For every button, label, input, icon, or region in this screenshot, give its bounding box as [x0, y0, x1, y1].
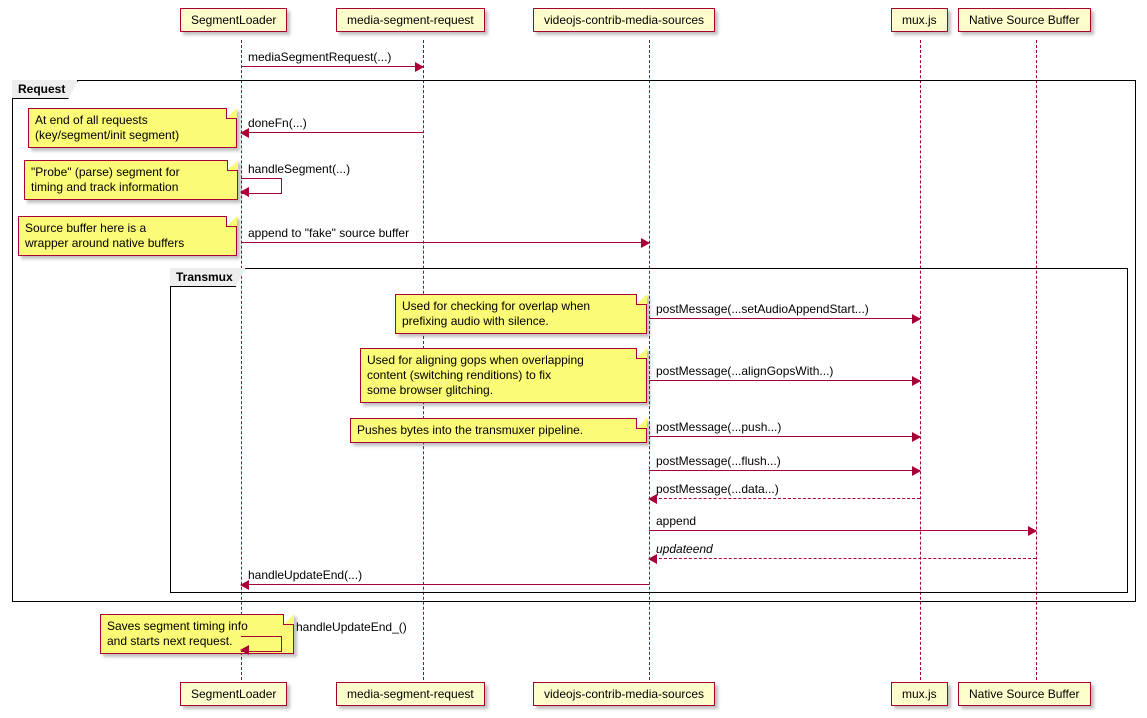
note-probe: "Probe" (parse) segment for timing and t…: [24, 160, 238, 200]
arrow-aligngopswith: [649, 380, 920, 381]
msg-append-fake: append to "fake" source buffer: [248, 226, 409, 240]
note-text: Used for checking for overlap when prefi…: [402, 299, 590, 328]
arrow-push: [649, 436, 920, 437]
msg-updateend: updateend: [656, 542, 713, 556]
msg-flush: postMessage(...flush...): [656, 454, 781, 468]
participant-label: mux.js: [902, 13, 937, 27]
participant-label: mux.js: [902, 687, 937, 701]
participant-label: videojs-contrib-media-sources: [544, 687, 704, 701]
arrow-flush: [649, 470, 920, 471]
participant-nsb-bottom: Native Source Buffer: [958, 682, 1091, 706]
participant-mux-top: mux.js: [891, 8, 948, 32]
participant-nsb-top: Native Source Buffer: [958, 8, 1091, 32]
note-push: Pushes bytes into the transmuxer pipelin…: [350, 418, 647, 443]
participant-vcms-top: videojs-contrib-media-sources: [533, 8, 715, 32]
note-audio-overlap: Used for checking for overlap when prefi…: [395, 294, 647, 334]
frame-request-label: Request: [12, 80, 78, 99]
arrow-updateend: [649, 558, 1036, 559]
participant-vcms-bottom: videojs-contrib-media-sources: [533, 682, 715, 706]
arrow-data: [649, 498, 920, 499]
msg-append: append: [656, 514, 696, 528]
msg-setaudioappendstart: postMessage(...setAudioAppendStart...): [656, 302, 869, 316]
participant-segmentloader-bottom: SegmentLoader: [180, 682, 287, 706]
note-text: Source buffer here is a wrapper around n…: [25, 221, 184, 250]
participant-label: media-segment-request: [347, 13, 474, 27]
participant-label: videojs-contrib-media-sources: [544, 13, 704, 27]
msg-data: postMessage(...data...): [656, 482, 779, 496]
note-align-gops: Used for aligning gops when overlapping …: [360, 348, 647, 403]
arrow-append-fake: [241, 242, 649, 243]
frame-transmux-label: Transmux: [170, 268, 246, 287]
arrow-append: [649, 530, 1036, 531]
msg-handlesegment: handleSegment(...): [248, 162, 350, 176]
participant-segmentloader-top: SegmentLoader: [180, 8, 287, 32]
participant-mux-bottom: mux.js: [891, 682, 948, 706]
participant-msr-top: media-segment-request: [336, 8, 485, 32]
note-text: "Probe" (parse) segment for timing and t…: [31, 165, 180, 194]
note-sourcebuffer: Source buffer here is a wrapper around n…: [18, 216, 237, 256]
note-end-requests: At end of all requests (key/segment/init…: [28, 108, 237, 148]
msg-handleupdateend2: handleUpdateEnd_(): [296, 620, 407, 634]
msg-handleupdateend: handleUpdateEnd(...): [248, 568, 362, 582]
note-text: Saves segment timing info and starts nex…: [107, 619, 248, 648]
msg-push: postMessage(...push...): [656, 420, 781, 434]
participant-label: Native Source Buffer: [969, 687, 1080, 701]
participant-label: SegmentLoader: [191, 13, 276, 27]
arrow-donefn: [241, 132, 423, 133]
msg-aligngopswith: postMessage(...alignGopsWith...): [656, 364, 833, 378]
arrow-mediasegmentrequest: [241, 66, 423, 67]
note-text: Used for aligning gops when overlapping …: [367, 353, 584, 397]
arrow-handleupdateend: [241, 584, 649, 585]
note-text: Pushes bytes into the transmuxer pipelin…: [357, 423, 583, 437]
msg-mediasegmentrequest: mediaSegmentRequest(...): [248, 50, 391, 64]
frame-transmux: Transmux: [170, 268, 1128, 593]
participant-label: SegmentLoader: [191, 687, 276, 701]
participant-msr-bottom: media-segment-request: [336, 682, 485, 706]
participant-label: Native Source Buffer: [969, 13, 1080, 27]
msg-donefn: doneFn(...): [248, 116, 307, 130]
note-text: At end of all requests (key/segment/init…: [35, 113, 179, 142]
arrow-setaudioappendstart: [649, 318, 920, 319]
participant-label: media-segment-request: [347, 687, 474, 701]
